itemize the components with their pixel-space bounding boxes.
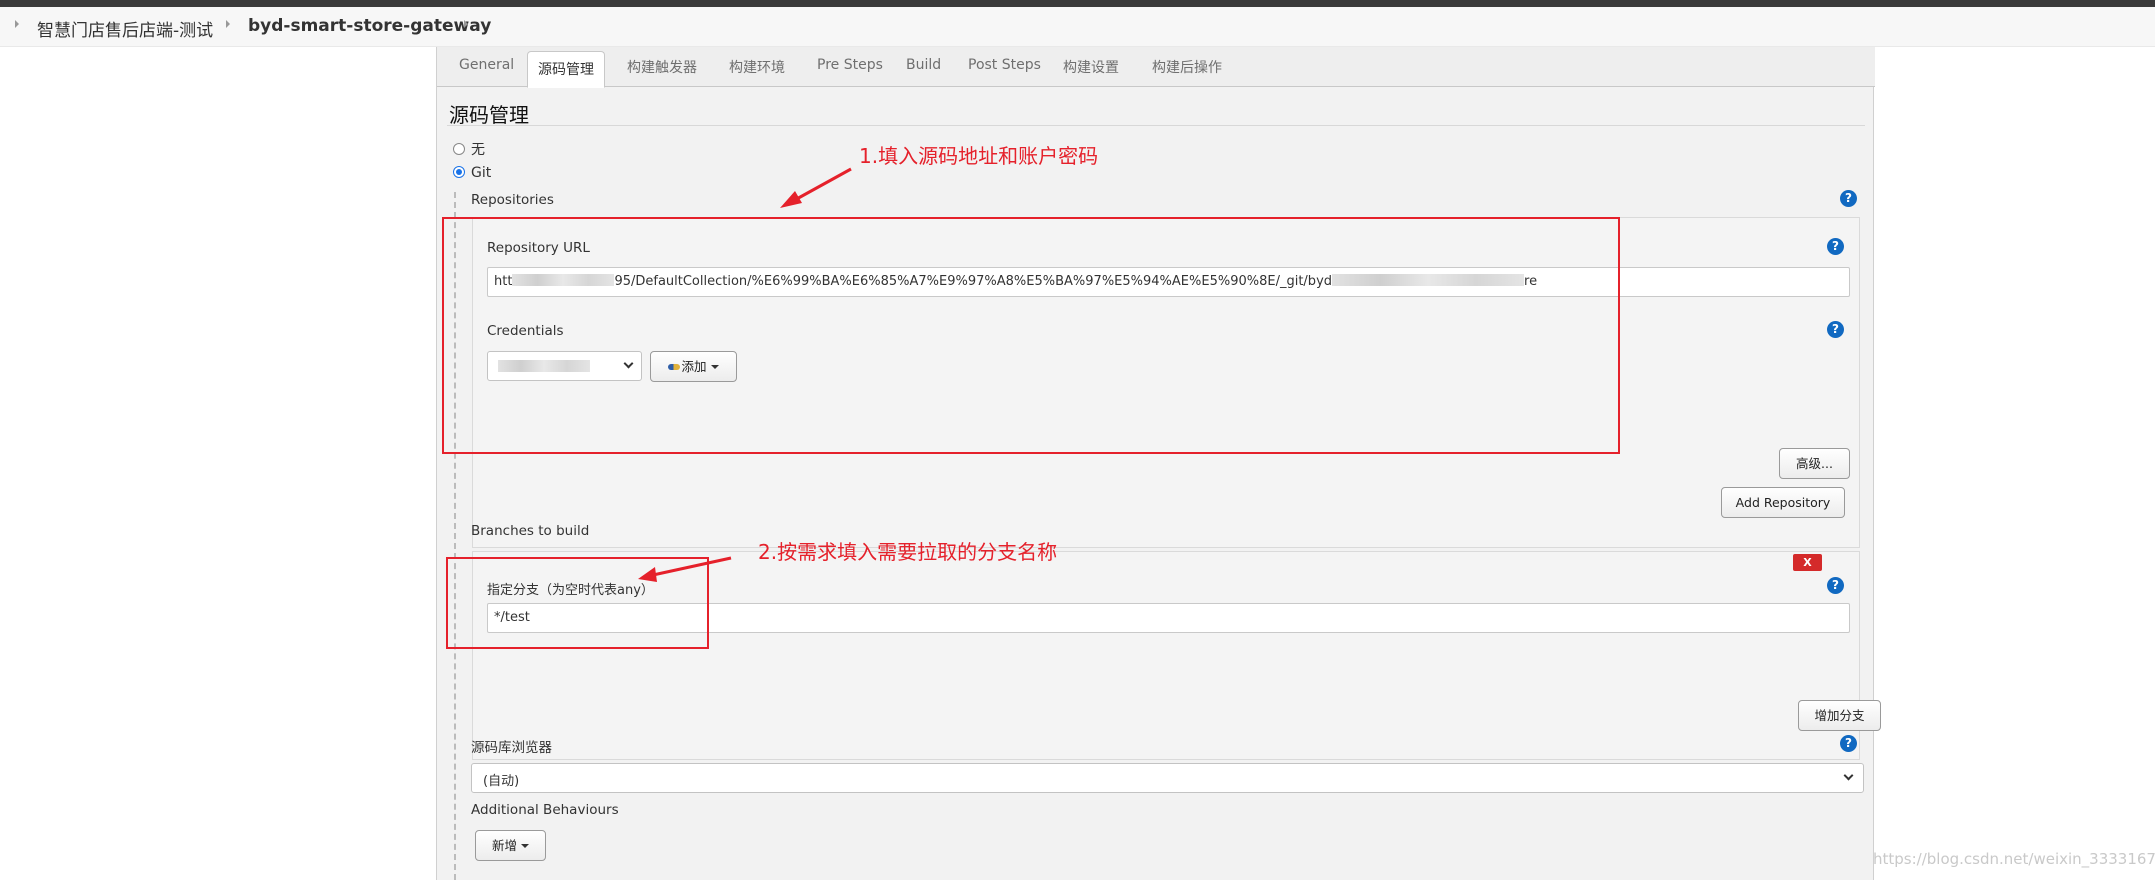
watermark: https://blog.csdn.net/weixin_33331676 bbox=[1873, 850, 2155, 868]
annotation-arrow-icon bbox=[780, 167, 852, 208]
annotation-arrow-icon bbox=[638, 556, 732, 582]
annotation-arrows bbox=[638, 167, 852, 582]
